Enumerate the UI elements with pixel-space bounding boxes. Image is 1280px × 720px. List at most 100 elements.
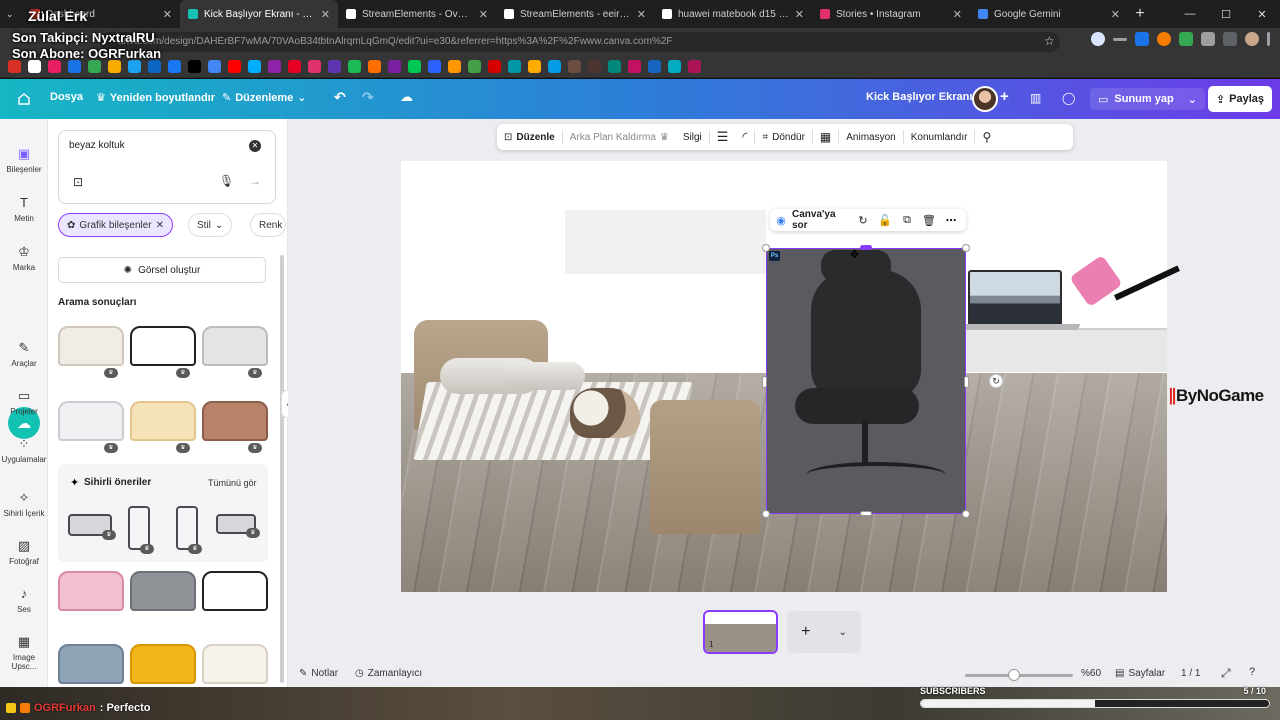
add-collaborator-icon[interactable]: + xyxy=(1000,88,1009,105)
browser-tab[interactable]: huawei matebook d15 - Google ✕ xyxy=(654,0,812,28)
sofa-result-thumbnail[interactable] xyxy=(58,326,124,366)
position-button[interactable]: Konumlandır xyxy=(904,132,975,143)
remove-filter-icon[interactable]: ✕ xyxy=(156,220,164,231)
insights-icon[interactable]: ▥ xyxy=(1030,91,1041,105)
rail-item[interactable]: ▣ Bileşenler xyxy=(0,147,48,175)
sofa-result-thumbnail[interactable] xyxy=(130,326,196,366)
resize-handle[interactable] xyxy=(762,376,767,388)
bookmark-icon[interactable] xyxy=(408,60,421,73)
filter-chip-color[interactable]: Renk xyxy=(250,213,286,237)
page-thumbnail[interactable]: 1 xyxy=(703,610,778,654)
timer-button[interactable]: ◷ Zamanlayıcı xyxy=(355,668,422,679)
bookmark-icon[interactable] xyxy=(168,60,181,73)
browser-tab[interactable]: Google Gemini ✕ xyxy=(970,0,1128,28)
rotate-icon[interactable]: ↻ xyxy=(989,374,1003,388)
rail-item[interactable]: ♪ Ses xyxy=(0,587,48,615)
present-button[interactable]: ▭ Sunum yap ⌄ xyxy=(1090,88,1205,110)
arrow-right-icon[interactable]: → xyxy=(249,174,261,188)
crop-button[interactable]: ⌗ Döndür xyxy=(755,132,811,143)
comment-icon[interactable]: ◯ xyxy=(1062,91,1075,105)
resize-handle[interactable] xyxy=(964,376,969,388)
rail-item[interactable]: ⁘ Uygulamalar xyxy=(0,437,48,465)
new-tab-button[interactable]: + xyxy=(1128,5,1152,23)
rail-item[interactable]: ✎ Araçlar xyxy=(0,341,48,369)
sofa-result-thumbnail[interactable] xyxy=(130,401,196,441)
bookmark-icon[interactable] xyxy=(368,60,381,73)
close-tab-icon[interactable]: ✕ xyxy=(953,8,962,21)
bookmark-icon[interactable] xyxy=(648,60,661,73)
redo-icon[interactable]: ↷ xyxy=(362,89,374,106)
refresh-icon[interactable]: ↻ xyxy=(852,214,874,227)
desk-image[interactable] xyxy=(966,328,1167,372)
bookmark-icon[interactable] xyxy=(248,60,261,73)
edit-image-button[interactable]: ⊡ Düzenle xyxy=(497,132,562,143)
undo-icon[interactable]: ↶ xyxy=(334,89,346,106)
user-avatar[interactable] xyxy=(972,86,998,112)
rail-item[interactable]: ▦ Image Upsc... xyxy=(0,635,48,672)
notes-button[interactable]: ✎ Notlar xyxy=(299,668,338,679)
generate-image-button[interactable]: ✺ Görsel oluştur xyxy=(58,257,266,283)
erase-button[interactable]: Silgi xyxy=(676,132,709,143)
clear-search-icon[interactable]: ✕ xyxy=(249,140,261,152)
close-tab-icon[interactable]: ✕ xyxy=(795,8,804,21)
image-search-icon[interactable]: ⊡ xyxy=(73,175,83,189)
rail-item[interactable]: ▨ Fotoğraf xyxy=(0,539,48,567)
bookmark-icon[interactable] xyxy=(688,60,701,73)
browser-tab[interactable]: StreamElements - eeirene ✕ xyxy=(496,0,654,28)
menu-icon[interactable] xyxy=(1267,32,1270,46)
border-style-icon[interactable]: ☰ xyxy=(710,129,736,145)
rail-item[interactable]: T Metin xyxy=(0,196,48,224)
cat-image[interactable] xyxy=(570,388,640,438)
bookmark-icon[interactable] xyxy=(668,60,681,73)
rail-item[interactable]: ✧ Sihirli İçerik xyxy=(0,491,48,519)
help-icon[interactable]: ? xyxy=(1249,666,1255,678)
sofa-result-thumbnail[interactable] xyxy=(202,326,268,366)
bookmark-icon[interactable] xyxy=(228,60,241,73)
bookmark-icon[interactable] xyxy=(328,60,341,73)
profile-avatar[interactable] xyxy=(1245,32,1259,46)
bookmark-icon[interactable] xyxy=(428,60,441,73)
bookmark-icon[interactable] xyxy=(288,60,301,73)
extension-icon[interactable] xyxy=(1179,32,1193,46)
file-menu[interactable]: Dosya xyxy=(50,91,83,103)
tab-search-button[interactable]: ⌄ xyxy=(0,0,22,28)
bookmark-icon[interactable] xyxy=(568,60,581,73)
browser-tab[interactable]: StreamElements - Overlays ✕ xyxy=(338,0,496,28)
copy-style-icon[interactable]: ⚲ xyxy=(975,130,998,144)
bookmark-icon[interactable] xyxy=(208,60,221,73)
bookmark-icon[interactable] xyxy=(468,60,481,73)
sidebar-icon[interactable] xyxy=(1223,32,1237,46)
design-title[interactable]: Kick Başlıyor Ekranı xyxy=(866,91,972,103)
sofa-result-thumbnail[interactable] xyxy=(58,401,124,441)
bookmark-icon[interactable] xyxy=(128,60,141,73)
search-input[interactable] xyxy=(69,140,239,151)
browser-tab[interactable]: Stories • Instagram ✕ xyxy=(812,0,970,28)
more-dots-icon[interactable] xyxy=(1113,38,1127,41)
bookmark-icon[interactable] xyxy=(108,60,121,73)
bookmark-icon[interactable] xyxy=(188,60,201,73)
zoom-level[interactable]: %60 xyxy=(1081,668,1101,679)
close-tab-icon[interactable]: ✕ xyxy=(1111,8,1120,21)
bookmark-icon[interactable] xyxy=(508,60,521,73)
bookmark-icon[interactable] xyxy=(268,60,281,73)
panel-scrollbar[interactable] xyxy=(280,255,284,683)
sofa-result-thumbnail[interactable] xyxy=(202,644,268,684)
laptop-image[interactable] xyxy=(968,270,1062,326)
delete-icon[interactable]: 🗑 xyxy=(918,214,940,227)
corner-rounding-icon[interactable]: ◜ xyxy=(735,129,754,145)
extension-icon[interactable] xyxy=(1091,32,1105,46)
fullscreen-icon[interactable]: ⤢ xyxy=(1221,666,1231,681)
rail-item[interactable]: ♔ Marka xyxy=(0,245,48,273)
microphone-icon[interactable]: 🎙 xyxy=(219,174,234,188)
edit-mode-menu[interactable]: ✎ Düzenleme ⌄ xyxy=(222,91,307,105)
sofa-result-thumbnail[interactable] xyxy=(58,644,124,684)
resize-handle[interactable] xyxy=(962,244,970,252)
bookmark-icon[interactable] xyxy=(388,60,401,73)
maximize-icon[interactable]: ☐ xyxy=(1208,8,1244,21)
sofa-result-thumbnail[interactable] xyxy=(130,571,196,611)
resize-handle[interactable] xyxy=(762,510,770,518)
see-all-link[interactable]: Tümünü gör xyxy=(208,478,257,488)
close-icon[interactable]: ✕ xyxy=(1244,8,1280,21)
resize-handle[interactable] xyxy=(860,245,872,250)
bookmark-icon[interactable] xyxy=(68,60,81,73)
